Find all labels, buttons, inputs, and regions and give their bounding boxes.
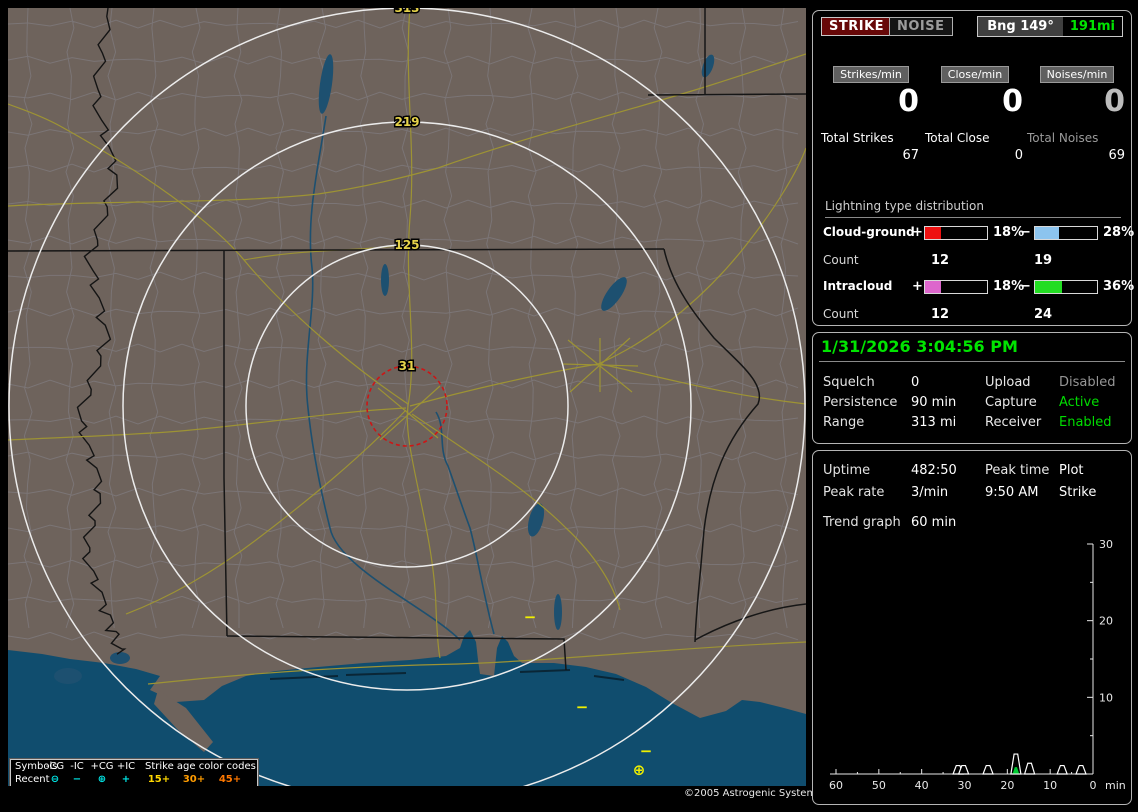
app-window: { "window": { "copyright": "©2005 Astrog… (0, 0, 1138, 812)
svg-text:219: 219 (394, 115, 419, 129)
squelch-value: 0 (911, 375, 920, 390)
persistence-label: Persistence (823, 395, 898, 410)
strike-symbol: − (640, 742, 653, 760)
svg-text:60: 60 (829, 779, 843, 792)
cg-minus-pct: 28% (1103, 225, 1135, 240)
cg-minus-count: 19 (1034, 253, 1053, 268)
ic-minus-bar-fill (1035, 281, 1063, 293)
svg-text:10: 10 (1099, 691, 1113, 704)
dist-row-cloud-ground: Cloud-ground + 18% − 28% (813, 225, 1135, 241)
minus-sign: − (1020, 279, 1031, 294)
total-noises-label: Total Noises (1027, 131, 1099, 145)
upload-label: Upload (985, 375, 1031, 390)
plus-sign: + (912, 225, 923, 240)
cloud-ground-label: Cloud-ground (823, 225, 915, 239)
distribution-title: Lightning type distribution (825, 199, 984, 213)
count-label: Count (823, 307, 859, 321)
distribution-divider (825, 217, 1121, 218)
map-image: 31321912531 −−−⊕ (8, 8, 806, 786)
legend-age-title: Strike age color codes (145, 761, 256, 772)
plus-sign: + (912, 279, 923, 294)
svg-text:30: 30 (958, 779, 972, 792)
squelch-label: Squelch (823, 375, 875, 390)
count-label: Count (823, 253, 859, 267)
upload-status: Disabled (1059, 375, 1116, 390)
noises-per-min-value: 0 (1104, 84, 1125, 119)
panel-counters: STRIKE NOISE Bng 149° 191mi Strikes/min … (812, 10, 1135, 326)
receiver-status: Enabled (1059, 415, 1112, 430)
ic-minus-count: 24 (1034, 307, 1053, 322)
dist-row-intracloud: Intracloud + 18% − 36% (813, 279, 1135, 295)
noises-per-min-chip: Noises/min (1039, 66, 1115, 83)
legend-col-+IC: +IC (116, 761, 136, 772)
cg-minus-bar-fill (1035, 227, 1059, 239)
capture-status: Active (1059, 395, 1100, 410)
svg-text:min: min (1105, 779, 1126, 792)
datetime-display: 1/31/2026 3:04:56 PM (821, 337, 1018, 356)
cg-minus-bar (1034, 226, 1098, 240)
svg-text:40: 40 (915, 779, 929, 792)
ic-plus-bar (924, 280, 988, 294)
strike-button[interactable]: STRIKE (821, 17, 893, 36)
bearing-value: Bng 149° (978, 17, 1063, 36)
cg-plus-count: 12 (931, 253, 950, 268)
capture-label: Capture (985, 395, 1037, 410)
range-value: 313 mi (911, 415, 957, 430)
svg-text:20: 20 (1099, 615, 1113, 628)
strikes-per-min-value: 0 (898, 84, 919, 119)
counter-col-noises: Noises/min 0 Total Noises 69 (1027, 63, 1127, 183)
ic-plus-count: 12 (931, 307, 950, 322)
total-noises-value: 69 (1108, 148, 1125, 163)
strike-symbol: ⊕ (633, 761, 646, 779)
receiver-label: Receiver (985, 415, 1042, 430)
strike-symbol: − (576, 698, 589, 716)
panel-trend: Uptime 482:50 Peak time Plot Peak rate 3… (812, 450, 1132, 805)
svg-text:50: 50 (872, 779, 886, 792)
strikes-per-min-chip: Strikes/min (833, 66, 909, 83)
ic-minus-pct: 36% (1103, 279, 1135, 294)
minus-sign: − (1020, 225, 1031, 240)
svg-text:0: 0 (1090, 779, 1097, 792)
noise-button[interactable]: NOISE (889, 17, 953, 36)
svg-text:20: 20 (1000, 779, 1014, 792)
ic-minus-bar (1034, 280, 1098, 294)
counter-col-close: Close/min 0 Total Close 0 (925, 63, 1025, 183)
legend-age-0-0: 15+ (147, 774, 171, 785)
datetime-divider (819, 361, 1125, 362)
legend-glyph-0-3: + (121, 774, 131, 785)
cg-plus-bar-fill (925, 227, 942, 239)
svg-text:31: 31 (399, 359, 416, 373)
cg-plus-bar (924, 226, 988, 240)
svg-text:313: 313 (394, 8, 419, 15)
total-strikes-label: Total Strikes (821, 131, 894, 145)
close-per-min-value: 0 (1002, 84, 1023, 119)
ic-plus-bar-fill (925, 281, 942, 293)
strike-symbol: − (524, 608, 537, 626)
range-label: Range (823, 415, 865, 430)
total-close-value: 0 (1014, 148, 1023, 163)
svg-text:10: 10 (1043, 779, 1057, 792)
persistence-value: 90 min (911, 395, 957, 410)
map-canvas[interactable]: 313 219 125 31 − − − ⊕ Symbols -CG -IC +CG +IC Stri… (8, 8, 806, 786)
copyright-text: ©2005 Astrogenic Systems (684, 788, 822, 799)
legend-age-0-2: 45+ (218, 774, 242, 785)
panel-status: 1/31/2026 3:04:56 PM Squelch 0 Upload Di… (812, 332, 1132, 444)
intracloud-label: Intracloud (823, 279, 893, 293)
bearing-readout: Bng 149° 191mi (977, 16, 1123, 37)
total-close-label: Total Close (925, 131, 990, 145)
svg-text:125: 125 (394, 238, 419, 252)
total-strikes-value: 67 (902, 148, 919, 163)
svg-text:30: 30 (1099, 538, 1113, 551)
map-legend: Symbols -CG -IC +CG +IC Strike age color code… (9, 758, 259, 786)
trend-graph: 60 50 40 30 20 10 0 min 10 20 30 (829, 538, 1126, 792)
legend-age-0-1: 30+ (182, 774, 206, 785)
bearing-distance: 191mi (1062, 17, 1122, 36)
counter-col-strikes: Strikes/min 0 Total Strikes 67 (821, 63, 921, 183)
close-per-min-chip: Close/min (940, 66, 1010, 83)
